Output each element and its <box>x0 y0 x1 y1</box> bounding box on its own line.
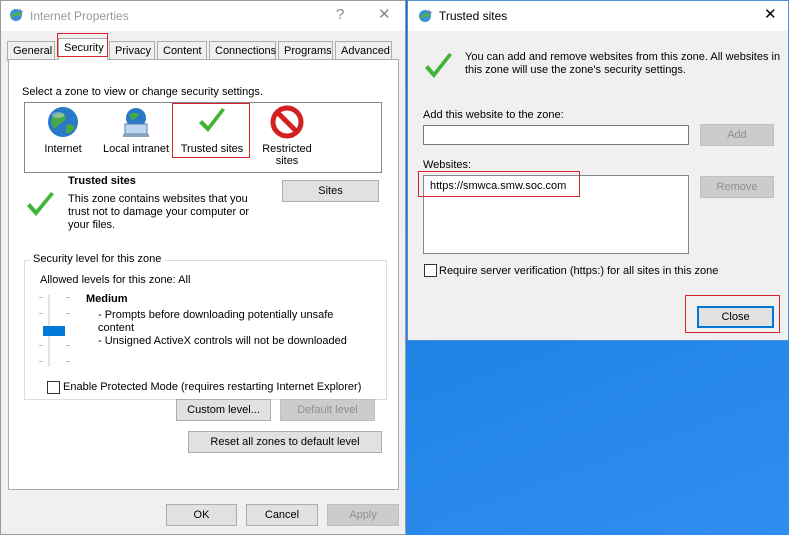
zone-label: Trusted sites <box>178 143 246 155</box>
custom-level-button[interactable]: Custom level... <box>176 399 271 421</box>
zone-label: Internet <box>44 143 82 155</box>
level-desc-1b: content <box>98 322 135 334</box>
selected-zone-title: Trusted sites <box>68 175 136 187</box>
checkmark-icon <box>27 192 54 216</box>
zone-local-intranet[interactable]: Local intranet <box>100 105 172 155</box>
slider-tick <box>66 313 70 314</box>
selected-zone-desc-3: your files. <box>68 219 116 231</box>
title-bar[interactable]: Internet Properties ? ✕ <box>1 1 405 31</box>
list-item[interactable]: https://smwca.smw.soc.com <box>430 180 566 192</box>
zone-trusted-sites[interactable]: Trusted sites <box>178 105 246 155</box>
selected-zone-desc-2: trust not to damage your computer or <box>68 206 249 218</box>
level-name: Medium <box>86 293 128 305</box>
slider-tick <box>39 345 43 346</box>
cancel-button[interactable]: Cancel <box>246 504 318 526</box>
slider-tick <box>39 297 43 298</box>
zone-internet[interactable]: Internet <box>35 105 91 155</box>
trusted-sites-dialog: Trusted sites ✕ You can add and remove w… <box>407 0 789 341</box>
tab-programs[interactable]: Programs <box>278 41 333 61</box>
security-tab-panel: Select a zone to view or change security… <box>8 59 399 490</box>
tab-security[interactable]: Security <box>58 38 108 60</box>
ok-button[interactable]: OK <box>166 504 237 526</box>
protected-mode-label: Enable Protected Mode (requires restarti… <box>63 381 362 393</box>
info-line-1: You can add and remove websites from thi… <box>465 51 781 63</box>
websites-list[interactable]: https://smwca.smw.soc.com <box>423 175 689 254</box>
zone-label: Local intranet <box>102 143 170 155</box>
add-button[interactable]: Add <box>700 124 774 146</box>
tab-content[interactable]: Content <box>157 41 207 61</box>
tab-privacy[interactable]: Privacy <box>109 41 155 61</box>
level-desc-1: - Prompts before downloading potentially… <box>98 309 334 321</box>
tab-advanced[interactable]: Advanced <box>335 41 392 61</box>
selected-zone-desc-1: This zone contains websites that you <box>68 193 248 205</box>
checkmark-icon <box>425 53 452 78</box>
internet-properties-window: Internet Properties ? ✕ General Security… <box>0 0 406 535</box>
slider-tick <box>66 345 70 346</box>
slider-thumb[interactable] <box>43 326 65 336</box>
level-desc-2: - Unsigned ActiveX controls will not be … <box>98 335 347 347</box>
dialog-title: Trusted sites <box>439 9 508 23</box>
zone-label-line1: Restricted <box>262 143 312 155</box>
add-website-input[interactable] <box>423 125 689 145</box>
tab-connections[interactable]: Connections <box>209 41 276 61</box>
help-icon[interactable]: ? <box>336 6 344 24</box>
reset-all-zones-button[interactable]: Reset all zones to default level <box>188 431 382 453</box>
window-title: Internet Properties <box>30 9 129 23</box>
zone-list: Internet Local intranet Trusted sites Re… <box>24 102 382 173</box>
title-bar[interactable]: Trusted sites ✕ <box>408 1 788 31</box>
protected-mode-checkbox[interactable] <box>47 381 60 394</box>
internet-properties-app-icon <box>10 8 23 21</box>
close-icon[interactable]: ✕ <box>378 6 391 24</box>
info-line-2: this zone will use the zone's security s… <box>465 64 686 76</box>
tab-general[interactable]: General <box>7 41 55 61</box>
security-level-group-label: Security level for this zone <box>30 253 165 265</box>
trusted-sites-app-icon <box>419 9 432 22</box>
close-icon[interactable]: ✕ <box>764 6 777 24</box>
checkmark-icon <box>195 105 229 139</box>
add-website-label: Add this website to the zone: <box>423 109 564 121</box>
websites-label: Websites: <box>423 159 472 171</box>
slider-tick <box>39 313 43 314</box>
slider-tick <box>39 361 43 362</box>
zone-label-line2: sites <box>275 155 299 167</box>
globe-icon <box>46 105 80 139</box>
zone-instruction: Select a zone to view or change security… <box>22 86 263 98</box>
network-computer-icon <box>119 105 153 139</box>
sites-button[interactable]: Sites <box>282 180 379 202</box>
allowed-levels-label: Allowed levels for this zone: All <box>40 274 191 286</box>
require-verification-label: Require server verification (https:) for… <box>439 265 719 277</box>
close-button[interactable]: Close <box>697 306 774 328</box>
remove-button[interactable]: Remove <box>700 176 774 198</box>
zone-restricted-sites[interactable]: Restricted sites <box>257 105 317 167</box>
default-level-button[interactable]: Default level <box>280 399 375 421</box>
restricted-icon <box>270 105 304 139</box>
apply-button[interactable]: Apply <box>327 504 399 526</box>
require-verification-checkbox[interactable] <box>424 264 437 277</box>
slider-tick <box>66 361 70 362</box>
slider-tick <box>66 297 70 298</box>
